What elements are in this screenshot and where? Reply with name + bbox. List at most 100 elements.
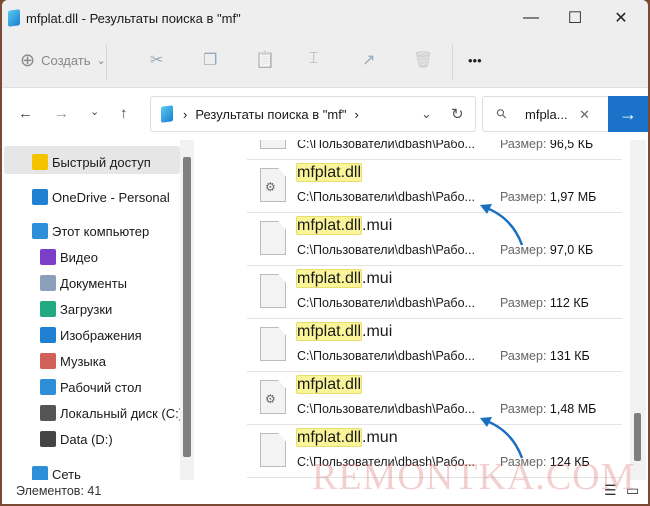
back-button[interactable]: ← xyxy=(18,105,33,122)
drive-c-icon xyxy=(40,405,56,421)
minimize-button[interactable]: — xyxy=(508,0,554,36)
documents-icon xyxy=(40,275,56,291)
paste-icon[interactable]: 📋 xyxy=(255,50,275,70)
delete-icon[interactable]: 🗑 xyxy=(413,50,433,70)
maximize-button[interactable]: ☐ xyxy=(552,0,598,36)
sidebar-item[interactable]: Data (D:) xyxy=(40,427,113,451)
size-value: 124 КБ xyxy=(549,455,590,469)
sidebar-scrollbar-thumb[interactable] xyxy=(183,157,191,457)
size-value: 1,97 МБ xyxy=(549,190,597,204)
tiles-view-icon[interactable]: ▭ xyxy=(626,482,639,499)
share-icon[interactable]: ↗ xyxy=(362,50,375,70)
sidebar-item-label: Локальный диск (C:) xyxy=(60,405,184,421)
cut-icon[interactable]: ✂ xyxy=(150,50,163,70)
sidebar-item-label: Быстрый доступ xyxy=(52,154,151,170)
size-value: 1,48 МБ xyxy=(549,402,597,416)
sidebar-item-label: Документы xyxy=(60,275,128,291)
sidebar-item[interactable]: Музыка xyxy=(40,349,106,373)
sidebar-item-label: Видео xyxy=(60,249,98,265)
file-name: mfplat.dll.mui xyxy=(296,269,393,288)
close-button[interactable]: ✕ xyxy=(598,0,644,36)
computer-icon xyxy=(32,223,48,239)
file-row[interactable]: mfplat.dll.mui C:\Пользователи\dbash\Раб… xyxy=(247,266,622,319)
file-size: Размер: 97,0 КБ xyxy=(500,243,593,257)
sidebar-item-label: Этот компьютер xyxy=(52,223,150,239)
plus-circle-icon: ⊕ xyxy=(20,50,36,70)
sidebar-item[interactable]: Документы xyxy=(40,271,127,295)
file-row[interactable]: mfplat.dll.mui C:\Пользователи\dbash\Раб… xyxy=(247,319,622,372)
file-name: mfplat.dll.mui xyxy=(296,322,393,341)
size-label: Размер: xyxy=(500,402,547,416)
sidebar-item-label: Рабочий стол xyxy=(60,379,142,395)
file-name-rest: .mui xyxy=(362,323,393,340)
explorer-window: mfplat.dll - Результаты поиска в "mf" — … xyxy=(2,0,648,504)
size-label: Размер: xyxy=(500,296,547,310)
file-row[interactable]: mfplat.dll.mui C:\Пользователи\dbash\Раб… xyxy=(247,213,622,266)
address-dropdown-icon[interactable]: ⌄ xyxy=(421,106,432,122)
star-icon xyxy=(32,154,48,170)
status-bar: Элементов: 41 ☰ ▭ xyxy=(2,480,648,504)
command-bar: ⊕ Создать ⌄ ✂ ❐ 📋 ⌶ ↗ 🗑 ••• xyxy=(2,36,648,88)
rename-icon[interactable]: ⌶ xyxy=(309,50,319,68)
sidebar-item-label: Музыка xyxy=(60,353,106,369)
file-size: Размер: 112 КБ xyxy=(500,296,589,310)
address-bar[interactable]: › Результаты поиска в "mf" › ⌄ ↻ xyxy=(150,96,476,132)
sidebar-item[interactable]: Видео xyxy=(40,245,98,269)
sidebar-item[interactable]: Изображения xyxy=(40,323,142,347)
item-count: Элементов: 41 xyxy=(16,484,102,498)
chevron-down-icon: ⌄ xyxy=(96,55,106,67)
copy-icon[interactable]: ❐ xyxy=(203,50,217,70)
size-label: Размер: xyxy=(500,140,547,151)
file-name-rest: .mui xyxy=(362,217,393,234)
sidebar-item[interactable]: Этот компьютер xyxy=(32,219,149,243)
file-size: Размер: 124 КБ xyxy=(500,455,590,469)
address-row: ← → ⌄ ↑ › Результаты поиска в "mf" › ⌄ ↻… xyxy=(2,88,648,140)
folder-search-icon xyxy=(8,9,20,27)
sidebar-item-label: Изображения xyxy=(60,327,142,343)
search-match: mfplat.dll xyxy=(296,269,363,288)
drive-icon xyxy=(40,431,56,447)
sidebar-item[interactable]: Локальный диск (C:) xyxy=(40,401,183,425)
forward-button[interactable]: → xyxy=(54,105,69,122)
file-row[interactable]: ⚙ mfplat.dll C:\Пользователи\dbash\Рабо.… xyxy=(247,372,622,425)
breadcrumb-separator[interactable]: › xyxy=(354,107,358,122)
music-icon xyxy=(40,353,56,369)
download-icon xyxy=(40,301,56,317)
more-options-icon[interactable]: ••• xyxy=(468,53,482,68)
file-row[interactable]: C:\Пользователи\dbash\Рабо... Размер: 96… xyxy=(247,140,622,160)
sidebar-item[interactable]: Быстрый доступ xyxy=(32,150,151,174)
file-row[interactable]: ⚙ mfplat.dll C:\Пользователи\dbash\Рабо.… xyxy=(247,160,622,213)
file-path: C:\Пользователи\dbash\Рабо... xyxy=(297,140,475,151)
create-button[interactable]: ⊕ Создать ⌄ xyxy=(20,50,106,71)
search-match: mfplat.dll xyxy=(296,428,363,447)
details-view-icon[interactable]: ☰ xyxy=(604,482,617,499)
file-icon xyxy=(260,274,286,308)
search-go-button[interactable]: → xyxy=(608,96,648,132)
refresh-icon[interactable]: ↻ xyxy=(451,105,464,123)
sidebar-item[interactable]: Загрузки xyxy=(40,297,112,321)
sidebar-item[interactable]: Рабочий стол xyxy=(40,375,142,399)
recent-locations-button[interactable]: ⌄ xyxy=(90,105,99,118)
pictures-icon xyxy=(40,327,56,343)
size-value: 96,5 КБ xyxy=(549,140,594,151)
file-icon xyxy=(260,327,286,361)
file-path: C:\Пользователи\dbash\Рабо... xyxy=(297,243,475,257)
file-icon xyxy=(260,221,286,255)
file-size: Размер: 1,48 МБ xyxy=(500,402,596,416)
breadcrumb-location[interactable]: Результаты поиска в "mf" xyxy=(195,107,346,122)
file-name: mfplat.dll.mun xyxy=(296,428,398,447)
file-row[interactable]: mfplat.dll.mun C:\Пользователи\dbash\Раб… xyxy=(247,425,622,478)
file-list-scrollbar-thumb[interactable] xyxy=(634,413,641,461)
size-value: 112 КБ xyxy=(549,296,589,310)
size-label: Размер: xyxy=(500,243,547,257)
sidebar-item[interactable]: OneDrive - Personal xyxy=(32,185,170,209)
file-name-rest: .mui xyxy=(362,270,393,287)
file-size: Размер: 1,97 МБ xyxy=(500,190,596,204)
up-button[interactable]: ↑ xyxy=(120,105,128,122)
clear-search-icon[interactable]: ✕ xyxy=(579,107,590,123)
file-path: C:\Пользователи\dbash\Рабо... xyxy=(297,349,475,363)
divider xyxy=(106,44,107,80)
size-label: Размер: xyxy=(500,349,547,363)
search-input[interactable]: mfpla... xyxy=(525,107,568,122)
breadcrumb-separator: › xyxy=(183,106,188,122)
